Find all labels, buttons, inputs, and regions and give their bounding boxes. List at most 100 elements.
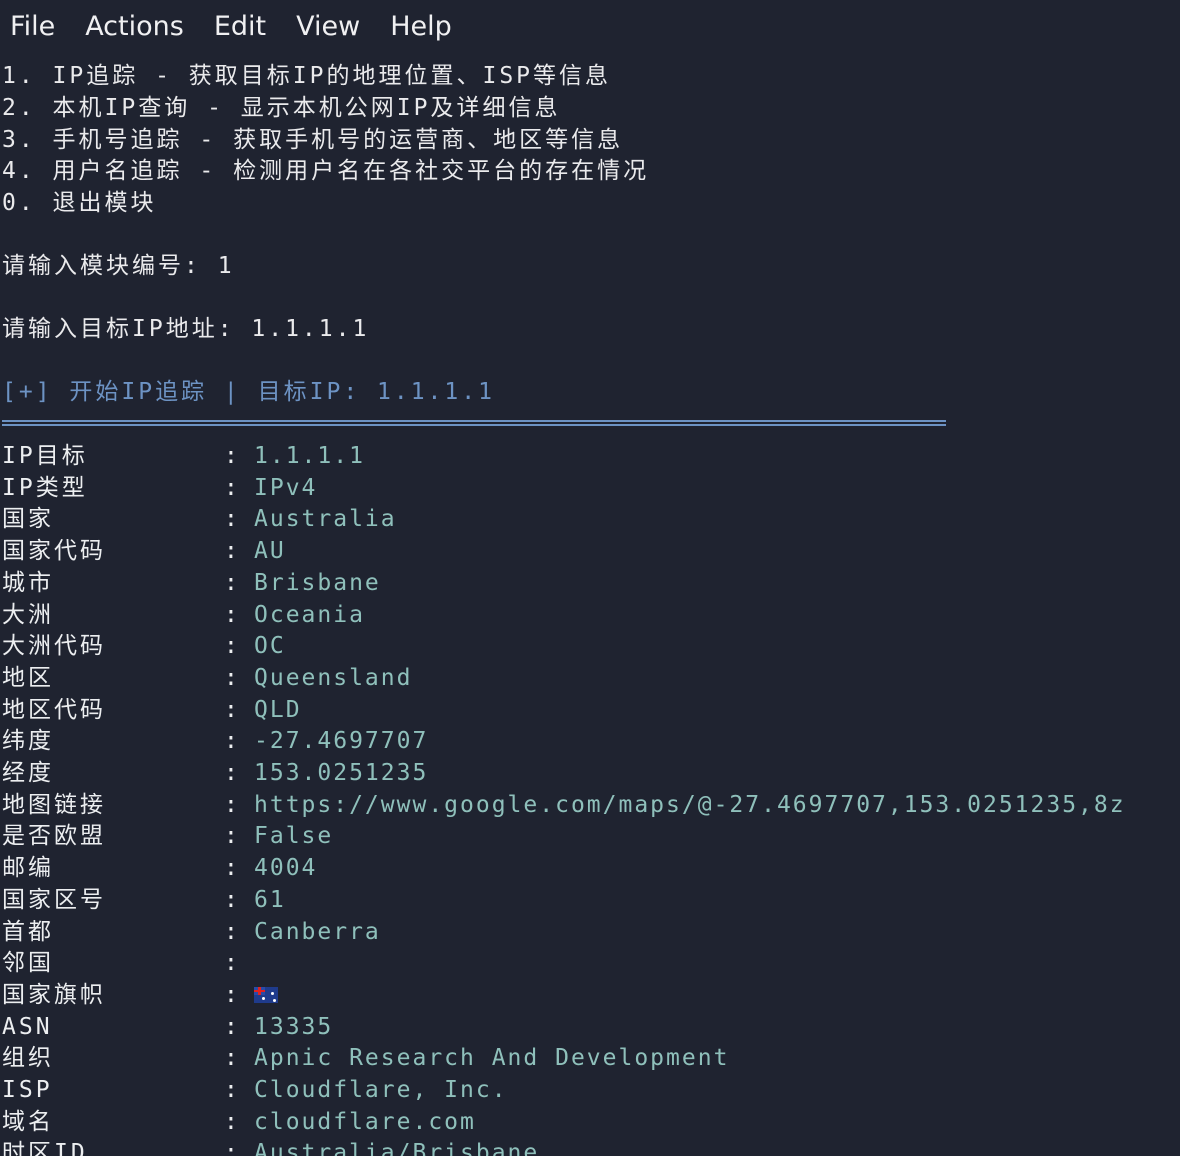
field-separator: :: [224, 443, 238, 469]
field-key: 首都: [2, 918, 54, 945]
field-value: https://www.google.com/maps/@-27.4697707…: [254, 791, 1126, 818]
field-key: 纬度: [2, 728, 54, 755]
field-key: 时区ID: [2, 1140, 88, 1156]
field-separator: :: [224, 1045, 238, 1072]
result-row: 纬度: -27.4697707: [2, 725, 428, 757]
field-value: Australia/Brisbane: [254, 1140, 540, 1156]
field-separator: :: [224, 886, 238, 913]
result-row: ISP: Cloudflare, Inc.: [2, 1074, 508, 1106]
field-value: Brisbane: [254, 569, 381, 596]
field-separator: :: [224, 1013, 238, 1040]
result-row: 地区: Queensland: [2, 662, 412, 694]
result-row: 大洲代码: OC: [2, 630, 286, 662]
field-key: 是否欧盟: [2, 823, 106, 850]
result-row: 国家区号:61: [2, 884, 286, 916]
field-separator: :: [224, 664, 238, 691]
result-row: IP类型: IPv4: [2, 472, 317, 504]
result-row: 域名: cloudflare.com: [2, 1106, 476, 1138]
result-row: 经度:153.0251235: [2, 757, 428, 789]
result-row: 组织: Apnic Research And Development: [2, 1042, 729, 1074]
result-row: 首都: Canberra: [2, 916, 381, 948]
result-row: 地区代码: QLD: [2, 694, 302, 726]
trace-start-line: [+] 开始IP追踪 | 目标IP: 1.1.1.1: [2, 379, 495, 405]
field-key: 邻国: [2, 950, 54, 977]
result-row: 国家代码: AU: [2, 535, 286, 567]
field-key: 国家: [2, 506, 54, 533]
field-separator: :: [224, 1140, 238, 1156]
field-value: Cloudflare, Inc.: [254, 1077, 508, 1103]
field-value: Oceania: [254, 601, 365, 628]
field-key: 邮编: [2, 855, 54, 882]
result-row: 邻国:: [2, 947, 254, 979]
result-row: ASN:13335: [2, 1011, 333, 1043]
field-separator: :: [224, 506, 238, 533]
menu-help[interactable]: Help: [390, 11, 452, 42]
field-separator: :: [224, 569, 238, 596]
result-row: 国家: Australia: [2, 503, 397, 535]
field-key: IP目标: [2, 443, 88, 469]
field-key: 组织: [2, 1045, 54, 1072]
field-key: 城市: [2, 569, 54, 596]
field-value: 153.0251235: [254, 760, 429, 786]
field-value: Queensland: [254, 664, 413, 691]
australia-flag-icon: [254, 986, 278, 1003]
field-separator: :: [224, 855, 238, 882]
field-value: AU: [254, 538, 286, 565]
field-key: 国家旗帜: [2, 981, 106, 1008]
field-key: IP类型: [2, 474, 88, 501]
field-key: 地区: [2, 664, 54, 691]
field-separator: :: [224, 1108, 238, 1135]
field-value: 4004: [254, 855, 318, 882]
field-value: OC: [254, 633, 286, 660]
field-value: -27.4697707: [254, 728, 429, 755]
result-row: 城市: Brisbane: [2, 567, 381, 599]
field-separator: :: [224, 918, 238, 945]
field-separator: :: [224, 950, 238, 977]
result-row: 是否欧盟: False: [2, 820, 333, 852]
menu-option-2: 2. 本机IP查询 - 显示本机公网IP及详细信息: [2, 95, 561, 121]
field-value: IPv4: [254, 474, 318, 501]
field-value: Canberra: [254, 918, 381, 945]
field-key: 域名: [2, 1108, 54, 1135]
module-prompt: 请输入模块编号: 1: [2, 253, 235, 279]
menu-option-0: 0. 退出模块: [2, 190, 157, 216]
field-value: QLD: [254, 696, 302, 723]
menu-edit[interactable]: Edit: [214, 11, 266, 42]
result-row: IP目标:1.1.1.1: [2, 440, 365, 472]
field-value: 1.1.1.1: [254, 443, 365, 469]
field-separator: :: [224, 791, 238, 818]
field-key: ISP: [2, 1077, 53, 1103]
ip-prompt: 请输入目标IP地址: 1.1.1.1: [2, 316, 370, 342]
field-key: 地图链接: [2, 791, 106, 818]
menu-bar: File Actions Edit View Help: [0, 0, 1180, 52]
menu-option-3: 3. 手机号追踪 - 获取手机号的运营商、地区等信息: [2, 127, 624, 153]
field-key: ASN: [2, 1013, 53, 1040]
menu-actions[interactable]: Actions: [85, 11, 184, 42]
menu-view[interactable]: View: [296, 11, 360, 42]
field-separator: :: [224, 760, 238, 786]
field-key: 国家代码: [2, 538, 106, 565]
field-value: 61: [254, 886, 286, 913]
field-key: 国家区号: [2, 886, 106, 913]
field-separator: :: [224, 538, 238, 565]
field-value: Apnic Research And Development: [254, 1045, 730, 1072]
field-value: cloudflare.com: [254, 1108, 476, 1135]
field-key: 大洲代码: [2, 633, 106, 660]
field-value: Australia: [254, 506, 397, 533]
field-separator: :: [224, 474, 238, 501]
result-row: 时区ID: Australia/Brisbane: [2, 1137, 539, 1156]
field-value: 13335: [254, 1013, 334, 1040]
menu-option-1: 1. IP追踪 - 获取目标IP的地理位置、ISP等信息: [2, 63, 612, 89]
field-separator: :: [224, 633, 238, 660]
field-key: 经度: [2, 760, 54, 786]
result-row: 地图链接: https://www.google.com/maps/@-27.46…: [2, 789, 1126, 821]
result-row: 邮编:4004: [2, 852, 317, 884]
field-separator: :: [224, 601, 238, 628]
menu-file[interactable]: File: [10, 11, 55, 42]
field-key: 大洲: [2, 601, 54, 628]
field-separator: :: [224, 728, 238, 755]
result-row: 国家旗帜:: [2, 979, 278, 1011]
divider: [2, 420, 946, 426]
field-separator: :: [224, 696, 238, 723]
menu-option-4: 4. 用户名追踪 - 检测用户名在各社交平台的存在情况: [2, 158, 650, 184]
